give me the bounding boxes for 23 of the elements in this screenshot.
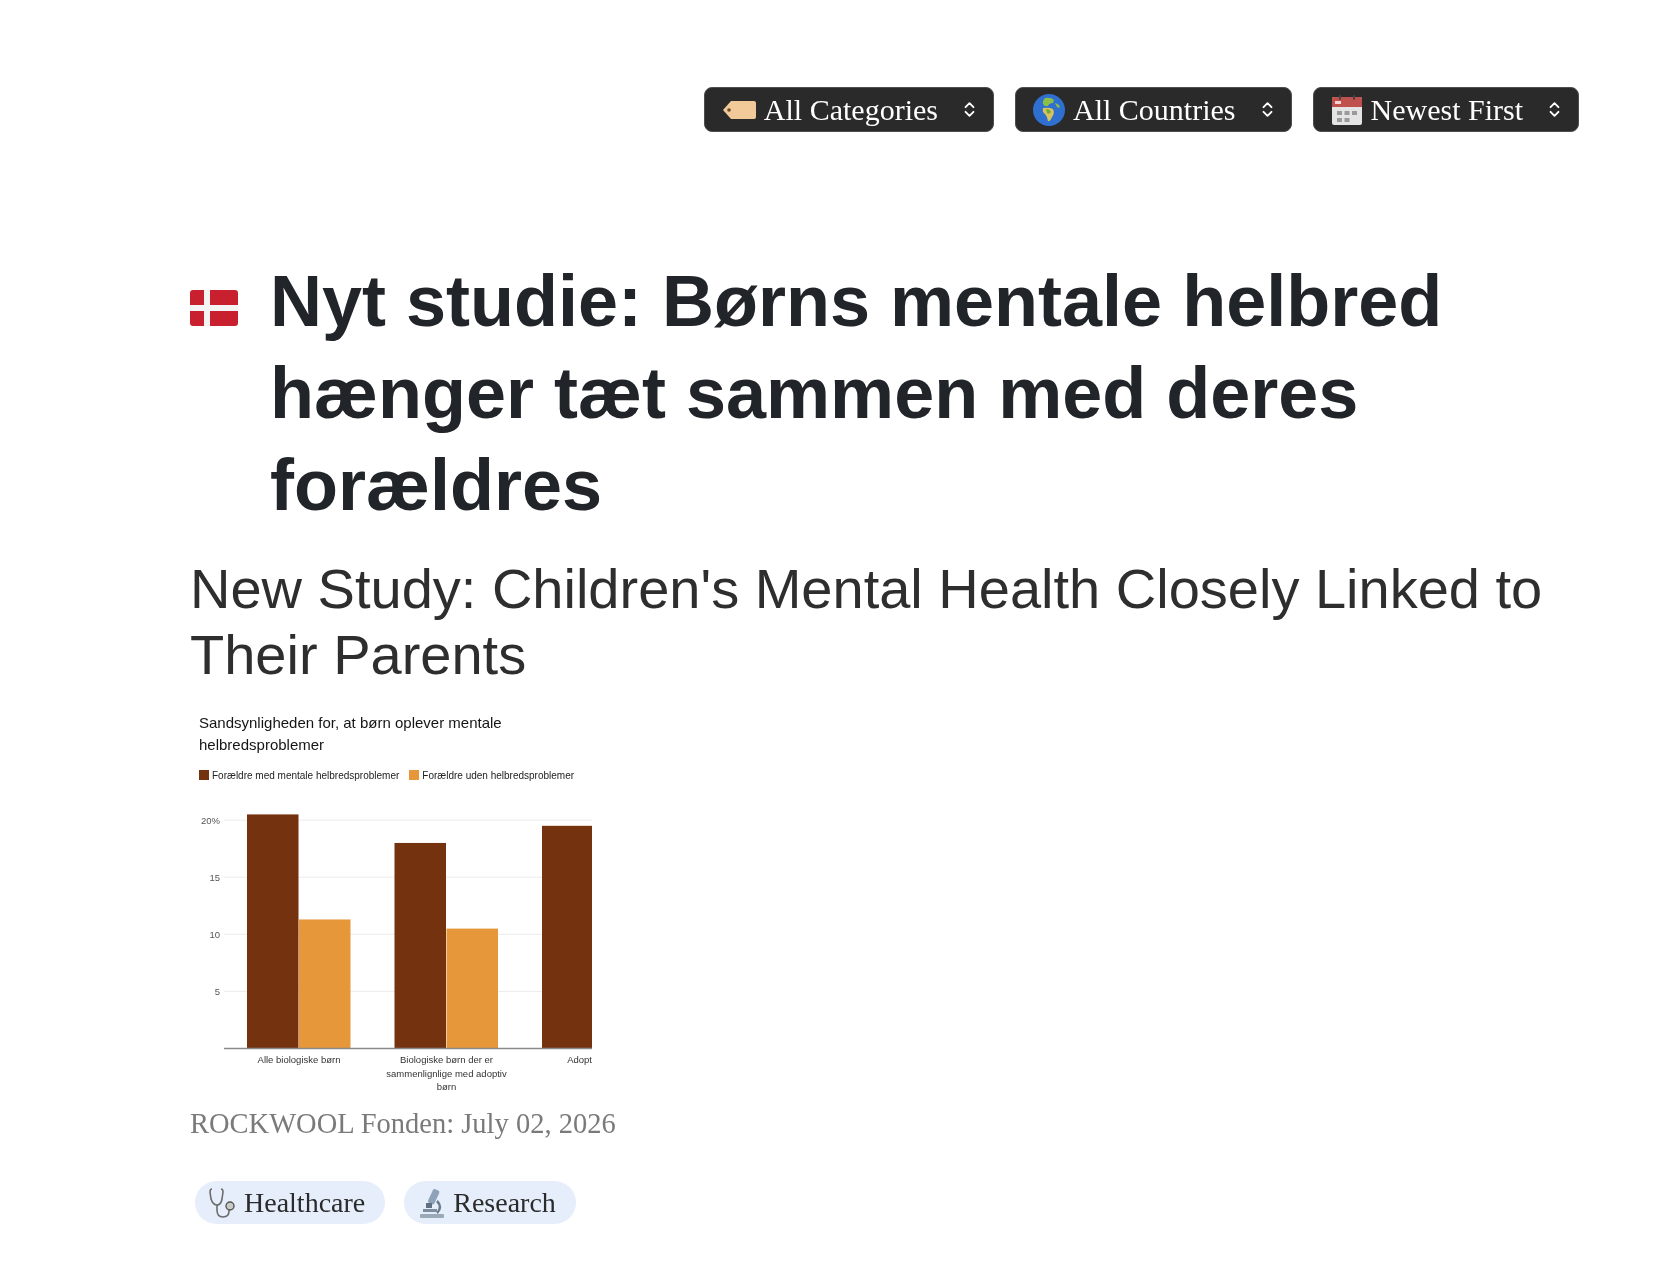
filter-dropdown[interactable]: All Categories <box>703 87 994 132</box>
filter-dropdown[interactable]: Newest First <box>1312 87 1579 132</box>
axis-tick-label: 20% <box>201 814 220 826</box>
price-tag-icon <box>721 98 756 121</box>
article-subtitle: New Study: Children's Mental Health Closely Linked to Their Parents <box>190 556 1544 688</box>
chart-title: Sandsynligheden for, at børn oplever mentale helbredsproblemer <box>198 713 503 755</box>
source-date-line: ROCKWOOL Fonden: July 02, 2026 <box>190 1107 617 1141</box>
axis-category-label: Biologiske børn der er sammenlignlige med adoptiv børn <box>385 1053 508 1094</box>
axis-category-label: Alle biologiske børn <box>257 1053 341 1067</box>
stethoscope-icon <box>208 1186 238 1219</box>
axis-tick-label: 10 <box>209 928 220 940</box>
legend-label: Forældre uden helbredsproblemer <box>422 769 575 781</box>
filter-dropdown[interactable]: All Countries <box>1015 87 1292 132</box>
category-tag[interactable]: Healthcare <box>195 1181 386 1224</box>
axis-tick-label: 15 <box>209 871 220 883</box>
article-title: Nyt studie: Børns mentale helbred hænger tæt sammen med deres forældres <box>270 260 1444 527</box>
category-tag[interactable]: Research <box>404 1181 576 1224</box>
calendar-icon <box>1330 93 1363 126</box>
axis-tick-label: 5 <box>214 985 220 997</box>
flag-icon <box>190 290 238 326</box>
legend-label: Forældre med mentale helbredsproblemer <box>212 769 400 781</box>
axis-category-label: Adopt <box>567 1053 592 1067</box>
globe-icon <box>1033 93 1065 126</box>
